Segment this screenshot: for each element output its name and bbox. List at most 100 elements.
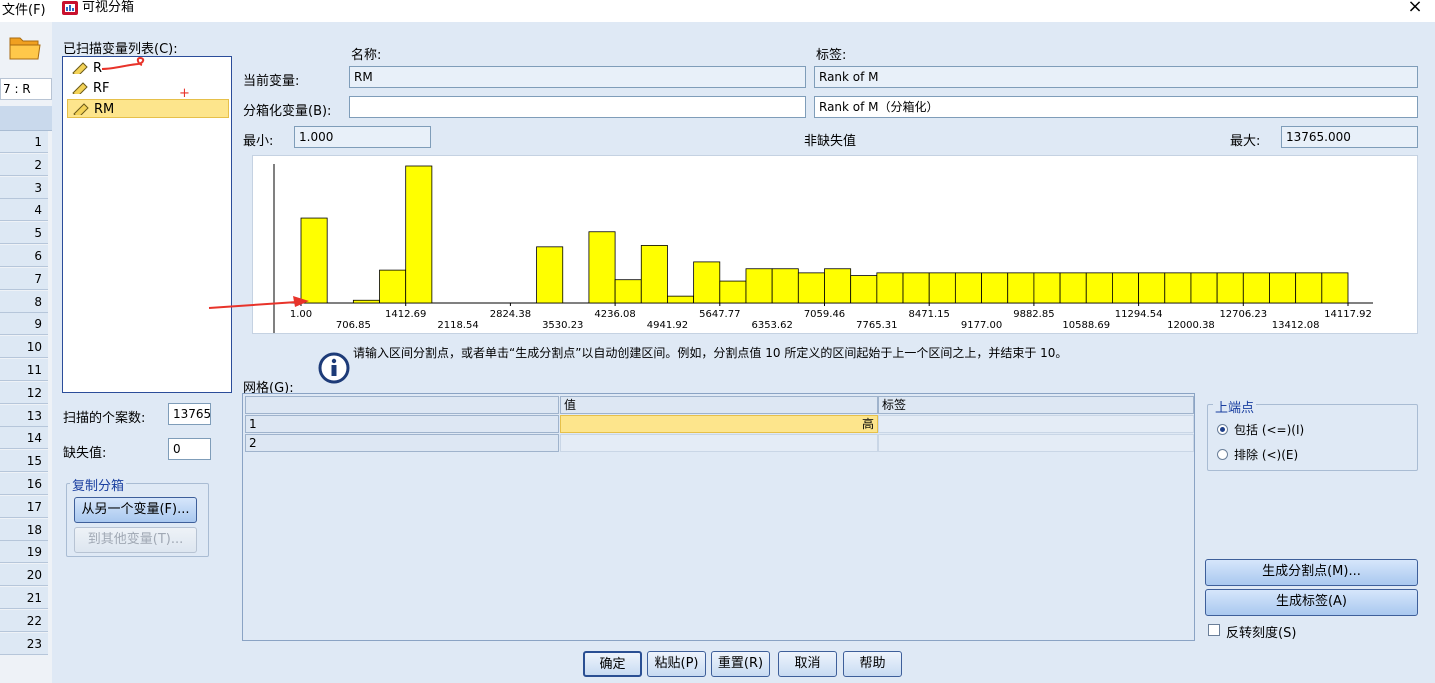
reverse-scale-checkbox[interactable] xyxy=(1208,624,1220,636)
row-number[interactable]: 11 xyxy=(0,359,48,381)
row-number[interactable]: 5 xyxy=(0,222,48,245)
info-text: 请输入区间分割点，或者单击“生成分割点”以自动创建区间。例如，分割点值 10 所… xyxy=(353,346,1068,360)
ok-button[interactable]: 确定 xyxy=(583,651,642,677)
grid-cell-label[interactable] xyxy=(878,415,1194,433)
x-tick-label: 8471.15 xyxy=(909,309,950,320)
histogram-bar xyxy=(1059,272,1087,304)
histogram-bar xyxy=(1190,272,1218,304)
exclude-radio[interactable] xyxy=(1217,449,1228,460)
x-tick-label: 13412.08 xyxy=(1272,320,1320,331)
histogram-bar xyxy=(1138,272,1166,304)
include-radio[interactable] xyxy=(1217,424,1228,435)
paste-button[interactable]: 粘贴(P) xyxy=(647,651,706,677)
maximum-value: 13765.000 xyxy=(1281,126,1418,148)
help-button[interactable]: 帮助 xyxy=(843,651,902,677)
cell-reference: 7 : R xyxy=(0,78,52,100)
copy-from-variable-button[interactable]: 从另一个变量(F)... xyxy=(74,497,197,523)
minimum-value: 1.000 xyxy=(294,126,431,148)
x-tick-label: 7059.46 xyxy=(804,309,845,320)
current-variable-name-field: RM xyxy=(349,66,806,88)
row-number[interactable]: 13 xyxy=(0,404,48,427)
row-number[interactable]: 1 xyxy=(0,131,48,153)
minimum-label: 最小: xyxy=(243,134,274,149)
row-number[interactable]: 17 xyxy=(0,495,48,518)
histogram-bar xyxy=(771,268,799,304)
x-tick-label: 2118.54 xyxy=(437,320,478,331)
annotation-plus: + xyxy=(179,86,190,101)
grid-cell-label[interactable] xyxy=(878,434,1194,452)
x-tick-label: 10588.69 xyxy=(1062,320,1110,331)
missing-values-label: 缺失值: xyxy=(63,446,107,461)
app-icon xyxy=(62,1,78,15)
binned-variable-name-input[interactable] xyxy=(349,96,806,118)
histogram-bar xyxy=(1216,272,1244,304)
grid-cell-value[interactable] xyxy=(560,434,878,452)
row-number[interactable]: 19 xyxy=(0,541,48,564)
grid-cell-value[interactable]: 高 xyxy=(560,415,878,433)
row-number-column: 1 2 3 4 5 6 7 8 9 10 11 12 13 14 15 16 17 18 19 20 21 22 23 xyxy=(0,131,50,661)
copy-to-variables-button[interactable]: 到其他变量(T)... xyxy=(74,527,197,553)
make-labels-button[interactable]: 生成标签(A) xyxy=(1205,589,1418,616)
histogram-bar xyxy=(1112,272,1139,304)
histogram-bar xyxy=(405,165,433,304)
histogram-bar xyxy=(1269,272,1297,304)
x-tick-label: 4236.08 xyxy=(594,309,635,320)
histogram-chart: 1.00 1412.69 2824.38 4236.08 5647.77 7059.46 8… xyxy=(273,164,1373,334)
row-number[interactable]: 16 xyxy=(0,473,48,495)
histogram-bar xyxy=(824,268,852,304)
row-number[interactable]: 10 xyxy=(0,336,48,359)
row-number[interactable]: 22 xyxy=(0,609,48,632)
row-number[interactable]: 18 xyxy=(0,518,48,541)
info-icon xyxy=(318,352,350,384)
cases-scanned-label: 扫描的个案数: xyxy=(63,411,146,426)
histogram-bar xyxy=(640,245,668,304)
include-label[interactable]: 包括 (<=)(I) xyxy=(1234,421,1304,438)
missing-values-value: 0 xyxy=(168,438,211,460)
binned-variable-label-input[interactable]: Rank of M（分箱化） xyxy=(814,96,1418,118)
row-number[interactable]: 6 xyxy=(0,245,48,267)
row-number[interactable]: 2 xyxy=(0,153,48,176)
reset-button[interactable]: 重置(R) xyxy=(711,651,770,677)
histogram-bar xyxy=(850,275,878,304)
cutpoint-grid[interactable]: 值 标签 1 高 2 xyxy=(242,393,1195,641)
x-tick-label: 6353.62 xyxy=(751,320,792,331)
name-header: 名称: xyxy=(351,48,382,63)
annotation-arrow xyxy=(208,296,309,309)
row-number[interactable]: 8 xyxy=(0,290,48,313)
menu-file[interactable]: 文件(F) xyxy=(0,0,52,22)
histogram-bar xyxy=(1033,272,1061,304)
variable-item-rf[interactable]: RF xyxy=(67,79,229,98)
variable-item-rm[interactable]: RM xyxy=(67,99,229,118)
row-number[interactable]: 12 xyxy=(0,381,48,404)
x-tick-label: 3530.23 xyxy=(542,320,583,331)
row-number[interactable]: 7 xyxy=(0,267,48,290)
x-tick-label: 11294.54 xyxy=(1115,309,1163,320)
current-variable-label-field: Rank of M xyxy=(814,66,1418,88)
row-number[interactable]: 23 xyxy=(0,632,48,655)
x-tick-label: 4941.92 xyxy=(647,320,688,331)
row-number[interactable]: 15 xyxy=(0,450,48,473)
exclude-label[interactable]: 排除 (<)(E) xyxy=(1234,446,1298,463)
x-tick-label: 9177.00 xyxy=(961,320,1002,331)
row-number[interactable]: 20 xyxy=(0,564,48,587)
row-number[interactable]: 14 xyxy=(0,427,48,450)
scale-variable-icon xyxy=(72,82,88,94)
make-cutpoints-button[interactable]: 生成分割点(M)... xyxy=(1205,559,1418,586)
copy-bins-title: 复制分箱 xyxy=(70,475,127,494)
row-number[interactable]: 21 xyxy=(0,587,48,609)
histogram-bar xyxy=(614,279,642,304)
scanned-variable-list[interactable]: R RF RM xyxy=(62,56,232,393)
close-icon[interactable]: × xyxy=(1404,0,1426,16)
histogram-bar xyxy=(1164,272,1192,304)
histogram-bar xyxy=(379,269,407,304)
row-number[interactable]: 4 xyxy=(0,199,48,222)
cancel-button[interactable]: 取消 xyxy=(778,651,837,677)
reverse-scale-label[interactable]: 反转刻度(S) xyxy=(1226,622,1296,641)
grid-header-rownum xyxy=(245,396,559,414)
histogram-panel[interactable]: 1.00 1412.69 2824.38 4236.08 5647.77 7059.46 8… xyxy=(252,155,1418,334)
open-folder-icon[interactable] xyxy=(8,32,42,62)
row-number[interactable]: 3 xyxy=(0,176,48,199)
row-number[interactable]: 9 xyxy=(0,313,48,336)
x-tick-label: 706.85 xyxy=(336,320,371,331)
scale-variable-icon xyxy=(73,103,89,115)
